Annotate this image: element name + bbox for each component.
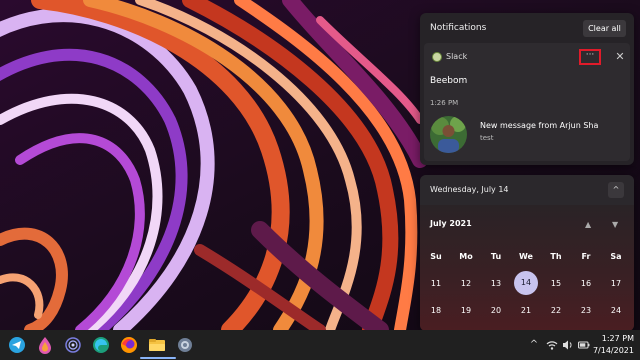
weekday-label: We	[519, 252, 533, 261]
calendar-month-label[interactable]: July 2021	[430, 219, 472, 228]
notification-workspace: Beebom	[430, 76, 468, 86]
notification-time: 1:26 PM	[430, 99, 459, 107]
wifi-icon[interactable]	[546, 339, 558, 351]
firefox-icon[interactable]	[120, 336, 138, 354]
notification-center: Notifications Clear all Slack ··· ✕ Beeb…	[420, 13, 634, 165]
calendar-day[interactable]: 15	[544, 279, 568, 288]
telegram-icon[interactable]	[8, 336, 26, 354]
slack-notification-card[interactable]: Slack ··· ✕ Beebom 1:26 PM New message f…	[424, 43, 630, 161]
calendar-day[interactable]: 17	[604, 279, 628, 288]
calendar-day[interactable]: 18	[424, 306, 448, 315]
calendar-grid: July 2021 ▲ ▼ Su Mo Tu We Th Fr Sa 11 12…	[420, 205, 634, 331]
calendar-day[interactable]: 20	[484, 306, 508, 315]
notification-message-body: test	[480, 134, 494, 142]
calendar-day[interactable]: 19	[454, 306, 478, 315]
calendar-day[interactable]: 11	[424, 279, 448, 288]
volume-icon[interactable]	[562, 339, 574, 351]
battery-icon[interactable]	[578, 339, 590, 351]
edge-drop-icon[interactable]	[36, 336, 54, 354]
collapse-calendar-button[interactable]: ^	[608, 182, 624, 198]
previous-month-icon[interactable]: ▲	[585, 220, 591, 229]
active-app-indicator	[140, 357, 176, 359]
chevron-up-icon[interactable]: ^	[528, 339, 540, 351]
calendar-day[interactable]: 21	[514, 306, 538, 315]
tor-icon[interactable]	[64, 336, 82, 354]
weekday-label: Su	[430, 252, 442, 261]
weekday-label: Tu	[490, 252, 502, 261]
calendar-day[interactable]: 16	[574, 279, 598, 288]
notifications-title: Notifications	[430, 23, 487, 33]
clear-all-button[interactable]: Clear all	[583, 20, 626, 37]
more-options-button[interactable]: ···	[579, 49, 601, 65]
calendar-date-header: Wednesday, July 14	[430, 185, 509, 194]
settings-icon[interactable]	[176, 336, 194, 354]
calendar-header: Wednesday, July 14 ^	[420, 175, 634, 205]
system-clock[interactable]: 1:27 PM 7/14/2021	[592, 334, 634, 355]
calendar-flyout: Wednesday, July 14 ^ July 2021 ▲ ▼ Su Mo…	[420, 175, 634, 331]
weekday-label: Fr	[581, 252, 591, 261]
calendar-day[interactable]: 23	[574, 306, 598, 315]
notification-message-title: New message from Arjun Sha	[480, 121, 599, 130]
clock-time: 1:27 PM	[601, 334, 634, 343]
taskbar: ^ 1:27 PM 7/14/2021	[0, 330, 640, 360]
calendar-day[interactable]: 12	[454, 279, 478, 288]
calendar-day-today[interactable]: 14	[514, 271, 538, 295]
close-icon[interactable]: ✕	[614, 51, 626, 63]
file-explorer-icon[interactable]	[148, 336, 166, 354]
weekday-label: Sa	[610, 252, 622, 261]
weekday-label: Th	[550, 252, 562, 261]
clock-date: 7/14/2021	[592, 346, 634, 355]
calendar-day[interactable]: 22	[544, 306, 568, 315]
avatar	[430, 116, 467, 153]
weekday-label: Mo	[459, 252, 473, 261]
calendar-day[interactable]: 13	[484, 279, 508, 288]
calendar-day[interactable]: 24	[604, 306, 628, 315]
notification-app-name: Slack	[446, 52, 468, 61]
next-month-icon[interactable]: ▼	[612, 220, 618, 229]
slack-icon	[432, 52, 442, 62]
edge-icon[interactable]	[92, 336, 110, 354]
